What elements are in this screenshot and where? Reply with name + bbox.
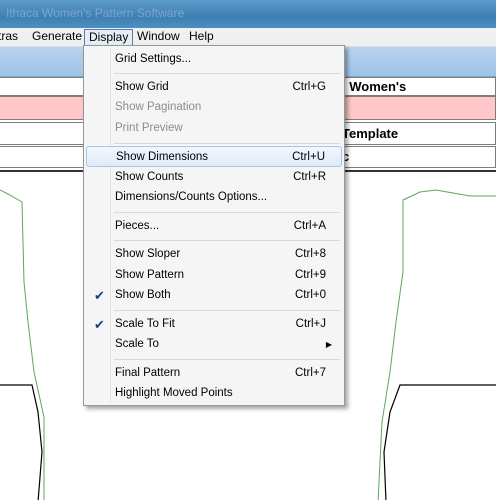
title-bar: Ithaca Women's Pattern Software [0,0,496,28]
menu-item-scale-to-fit[interactable]: ✔ Scale To Fit Ctrl+J [86,314,342,335]
menu-item-shortcut: Ctrl+0 [295,289,326,301]
menu-item-label: Show Counts [115,171,184,183]
menu-item-label: Dimensions/Counts Options... [115,191,268,203]
right-pattern-outline [383,384,496,500]
menu-help[interactable]: Help [185,29,218,46]
left-pattern-outline [0,384,43,500]
window-title: Ithaca Women's Pattern Software [6,6,185,20]
menu-item-shortcut: Ctrl+J [295,318,326,330]
menu-item-shortcut: Ctrl+9 [295,269,326,281]
menu-extras[interactable]: tras [0,29,22,46]
menu-item-shortcut: Ctrl+R [293,171,326,183]
menu-item-label: Highlight Moved Points [115,387,233,399]
menu-item-dimensions-counts-options[interactable]: Dimensions/Counts Options... [86,187,342,208]
check-icon: ✔ [94,317,105,332]
menu-item-label: Grid Settings... [115,53,192,65]
menu-separator [114,359,340,360]
menu-item-show-pagination: Show Pagination [86,97,342,118]
info-row-3-text: Template [342,126,399,141]
menu-separator [114,310,340,311]
menu-separator [114,240,340,241]
menu-item-show-counts[interactable]: Show Counts Ctrl+R [86,167,342,188]
menu-item-highlight-moved-points[interactable]: Highlight Moved Points [86,383,342,404]
check-icon: ✔ [94,288,105,303]
menu-item-label: Print Preview [115,122,183,134]
menu-item-shortcut: Ctrl+G [292,81,326,93]
menu-item-label: Show Grid [115,81,169,93]
menu-window[interactable]: Window [133,29,184,46]
submenu-arrow-icon: ▶ [325,340,332,349]
menu-item-label: Show Both [115,289,171,301]
menu-item-pieces[interactable]: Pieces... Ctrl+A [86,216,342,237]
menu-item-shortcut: Ctrl+7 [295,367,326,379]
menu-separator [114,73,340,74]
menu-item-show-dimensions[interactable]: Show Dimensions Ctrl+U [86,146,342,167]
menu-item-label: Show Pattern [115,269,185,281]
menu-item-show-grid[interactable]: Show Grid Ctrl+G [86,77,342,98]
menu-item-grid-settings[interactable]: Grid Settings... [86,49,342,70]
menu-item-scale-to[interactable]: Scale To ▶ [86,334,342,355]
menu-display[interactable]: Display [84,29,134,46]
menu-item-label: Show Dimensions [116,151,209,163]
menu-separator [114,212,340,213]
menu-item-show-sloper[interactable]: Show Sloper Ctrl+8 [86,244,342,265]
menu-item-shortcut: Ctrl+U [292,151,325,163]
menu-item-show-both[interactable]: ✔ Show Both Ctrl+0 [86,285,342,306]
menu-item-shortcut: Ctrl+8 [295,248,326,260]
menu-item-show-pattern[interactable]: Show Pattern Ctrl+9 [86,265,342,286]
menu-item-print-preview: Print Preview [86,118,342,139]
menu-item-label: Pieces... [115,220,160,232]
menu-item-label: Final Pattern [115,367,181,379]
menu-item-label: Scale To [115,338,159,350]
display-menu: Grid Settings... Show Grid Ctrl+G Show P… [83,45,345,406]
menu-item-label: Scale To Fit [115,318,175,330]
menu-item-label: Show Pagination [115,101,202,113]
left-sloper-outline [0,189,45,500]
right-sloper-outline [377,189,496,500]
menu-item-label: Show Sloper [115,248,181,260]
info-row-1-text: l Women's [342,79,407,94]
menu-separator [114,143,340,144]
menu-item-final-pattern[interactable]: Final Pattern Ctrl+7 [86,363,342,384]
menu-item-shortcut: Ctrl+A [293,220,326,232]
menu-generate[interactable]: Generate [28,29,86,46]
